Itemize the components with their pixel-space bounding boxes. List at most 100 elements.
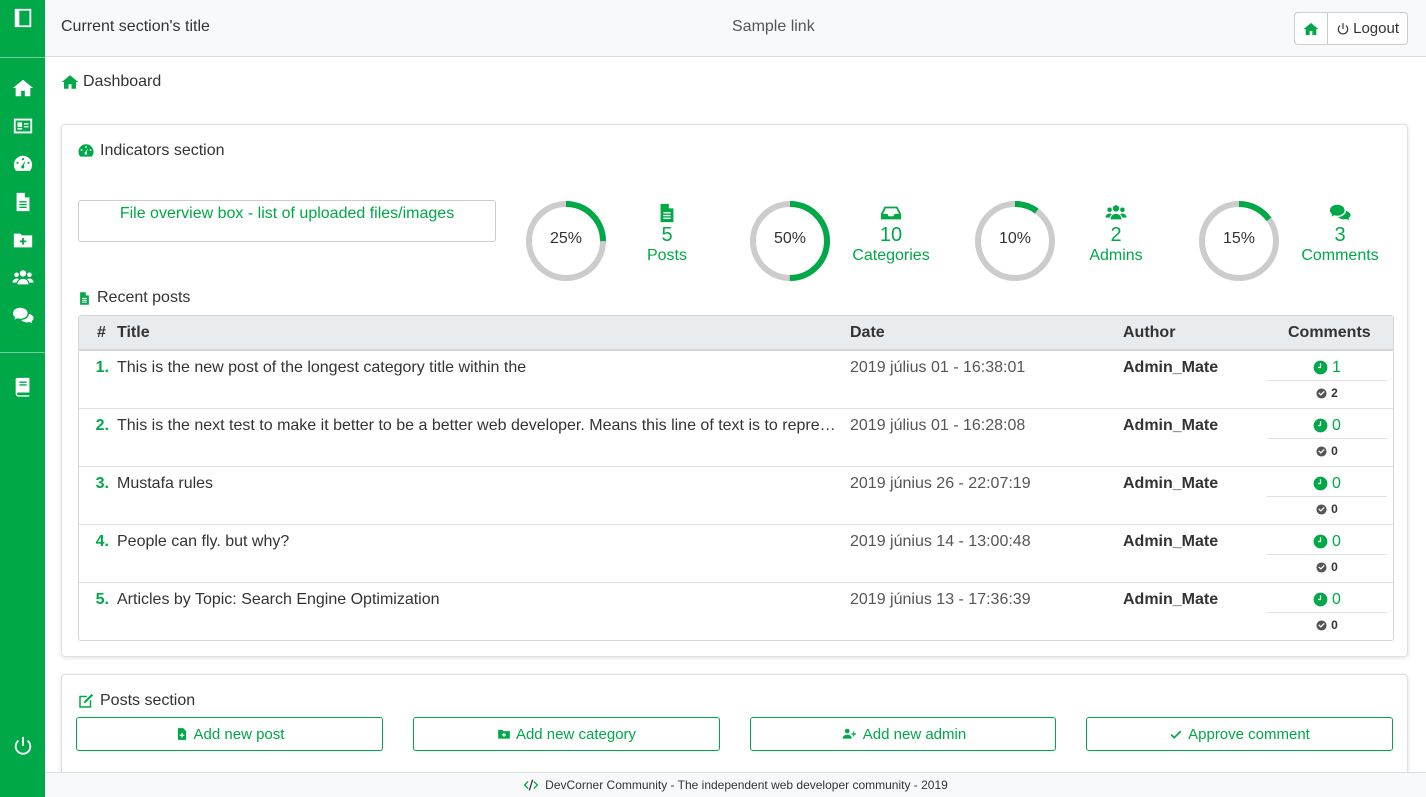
approved-comments[interactable]: 0	[1267, 555, 1387, 579]
logout-button[interactable]: Logout	[1327, 13, 1407, 44]
stat-count: 2	[1110, 224, 1122, 246]
posts-section-title: Posts section	[77, 692, 195, 710]
col-title: Title	[117, 324, 150, 341]
row-number: 1.	[95, 359, 109, 376]
add-admin-button[interactable]: Add new admin	[750, 717, 1056, 751]
sidebar	[0, 0, 45, 797]
clock-icon	[1313, 476, 1328, 491]
home-icon	[1303, 22, 1319, 35]
breadcrumb-label: Dashboard	[83, 73, 162, 90]
logout-label: Logout	[1353, 20, 1399, 37]
approved-comments[interactable]: 0	[1267, 497, 1387, 521]
post-title-link[interactable]: This is the new post of the longest cate…	[117, 359, 526, 376]
file-icon	[660, 203, 674, 223]
posts-section-card: Posts section Add new post Add new categ…	[61, 674, 1408, 784]
post-title: Articles by Topic: Search Engine Optimiz…	[117, 591, 839, 609]
sidebar-item-posts[interactable]	[0, 185, 45, 219]
post-date: 2019 június 26 - 22:07:19	[850, 475, 1031, 492]
breadcrumb: Dashboard	[61, 73, 161, 91]
row-number: 5.	[95, 591, 109, 608]
file-overview-box[interactable]: File overview box - list of uploaded fil…	[78, 200, 496, 242]
pending-comments[interactable]: 1	[1267, 351, 1387, 381]
ring-percent: 25%	[549, 230, 583, 247]
check-circle-icon	[1316, 445, 1327, 457]
check-circle-icon	[1316, 561, 1327, 573]
dashboard-icon	[78, 144, 94, 157]
sidebar-item-profile[interactable]	[0, 109, 45, 143]
post-author: Admin_Mate	[1123, 475, 1219, 492]
code-icon	[523, 779, 539, 791]
file-icon	[16, 192, 29, 212]
sidebar-item-comments[interactable]	[0, 299, 45, 333]
sidebar-item-dashboard[interactable]	[0, 147, 45, 181]
stat-label: Comments	[1301, 247, 1379, 264]
add-category-button[interactable]: Add new category	[413, 717, 720, 751]
check-icon	[1170, 730, 1182, 739]
post-title-link[interactable]: This is the next test to make it better …	[117, 417, 839, 434]
book-icon	[15, 377, 29, 397]
footer-text: DevCorner Community - The independent we…	[545, 778, 948, 792]
post-title-link[interactable]: People can fly. but why?	[117, 533, 289, 550]
comment-counts: 0 0	[1267, 525, 1387, 582]
post-title-link[interactable]: Mustafa rules	[117, 475, 213, 492]
col-author: Author	[1123, 324, 1176, 341]
comment-counts: 0 0	[1267, 583, 1387, 640]
user-plus-icon	[842, 728, 856, 739]
row-number: 2.	[95, 417, 109, 434]
add-post-button[interactable]: Add new post	[76, 717, 383, 751]
pending-comments[interactable]: 0	[1267, 409, 1387, 439]
approved-comments[interactable]: 0	[1267, 439, 1387, 463]
stat-posts[interactable]: 5 Posts	[625, 200, 709, 266]
top-header: Current section's title Sample link Logo…	[45, 0, 1426, 57]
ring-percent: 15%	[1222, 230, 1256, 247]
indicators-title: Indicators section	[77, 142, 225, 160]
pending-comments[interactable]: 0	[1267, 525, 1387, 555]
edit-icon	[79, 693, 94, 708]
sidebar-item-power[interactable]	[0, 729, 45, 763]
power-icon	[1337, 22, 1349, 35]
post-date: 2019 június 14 - 13:00:48	[850, 533, 1031, 550]
pending-comments[interactable]: 0	[1267, 583, 1387, 613]
footer: DevCorner Community - The independent we…	[45, 772, 1426, 797]
check-circle-icon	[1316, 619, 1327, 631]
sidebar-item-docs[interactable]	[0, 370, 45, 404]
folder-plus-icon	[498, 729, 510, 739]
clock-icon	[1313, 360, 1328, 375]
sidebar-item-categories[interactable]	[0, 223, 45, 257]
post-title-link[interactable]: Articles by Topic: Search Engine Optimiz…	[117, 591, 440, 608]
sample-link[interactable]: Sample link	[732, 18, 815, 36]
approved-comments[interactable]: 2	[1267, 381, 1387, 405]
stat-label: Admins	[1089, 247, 1143, 264]
post-author: Admin_Mate	[1123, 417, 1219, 434]
post-date: 2019 július 01 - 16:38:01	[850, 359, 1026, 376]
comment-counts: 1 2	[1267, 351, 1387, 408]
home-icon	[12, 79, 33, 97]
stat-categories[interactable]: 10 Categories	[849, 200, 933, 266]
approve-comment-button[interactable]: Approve comment	[1086, 717, 1393, 751]
stat-count: 3	[1334, 224, 1346, 246]
clock-icon	[1313, 418, 1328, 433]
indicator-admins: 10% 2 Admins	[974, 200, 1188, 282]
pending-comments[interactable]: 0	[1267, 467, 1387, 497]
clock-icon	[1313, 592, 1328, 607]
stat-label: Posts	[646, 247, 687, 264]
ring-percent: 10%	[998, 230, 1032, 247]
sidebar-item-admins[interactable]	[0, 261, 45, 295]
table-row: 1. This is the new post of the longest c…	[79, 351, 1393, 409]
row-number: 3.	[95, 475, 109, 492]
dashboard-icon	[13, 155, 32, 171]
col-comments: Comments	[1288, 324, 1371, 341]
sidebar-toggle-icon[interactable]	[0, 1, 45, 35]
home-button[interactable]	[1295, 13, 1327, 44]
stat-comments[interactable]: 3 Comments	[1298, 200, 1382, 266]
post-author: Admin_Mate	[1123, 359, 1219, 376]
header-button-group: Logout	[1294, 12, 1408, 45]
indicators-card: Indicators section File overview box - l…	[61, 124, 1408, 657]
sidebar-item-home[interactable]	[0, 71, 45, 105]
indicator-posts: 25% 5 Posts	[525, 200, 739, 282]
check-circle-icon	[1316, 503, 1327, 515]
stat-admins[interactable]: 2 Admins	[1074, 200, 1158, 266]
ring-percent: 50%	[773, 230, 807, 247]
approved-comments[interactable]: 0	[1267, 613, 1387, 637]
id-card-icon	[13, 118, 32, 134]
